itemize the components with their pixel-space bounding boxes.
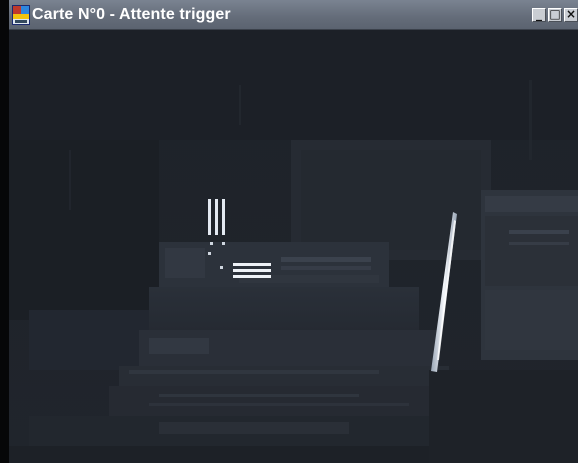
- camera-image-view: [9, 30, 578, 463]
- window-title: Carte N°0 - Attente trigger: [32, 6, 231, 23]
- bright-marker-horizontal: [233, 263, 271, 278]
- camera-window: Carte N°0 - Attente trigger _ □ ×: [0, 0, 578, 463]
- app-icon[interactable]: [12, 5, 30, 25]
- desk-surface: [149, 287, 419, 332]
- camera-frame-image: [9, 30, 578, 463]
- close-button[interactable]: ×: [564, 8, 578, 22]
- title-bar[interactable]: Carte N°0 - Attente trigger _ □ ×: [9, 0, 578, 30]
- maximize-button[interactable]: □: [548, 8, 562, 22]
- minimize-button[interactable]: _: [532, 8, 546, 22]
